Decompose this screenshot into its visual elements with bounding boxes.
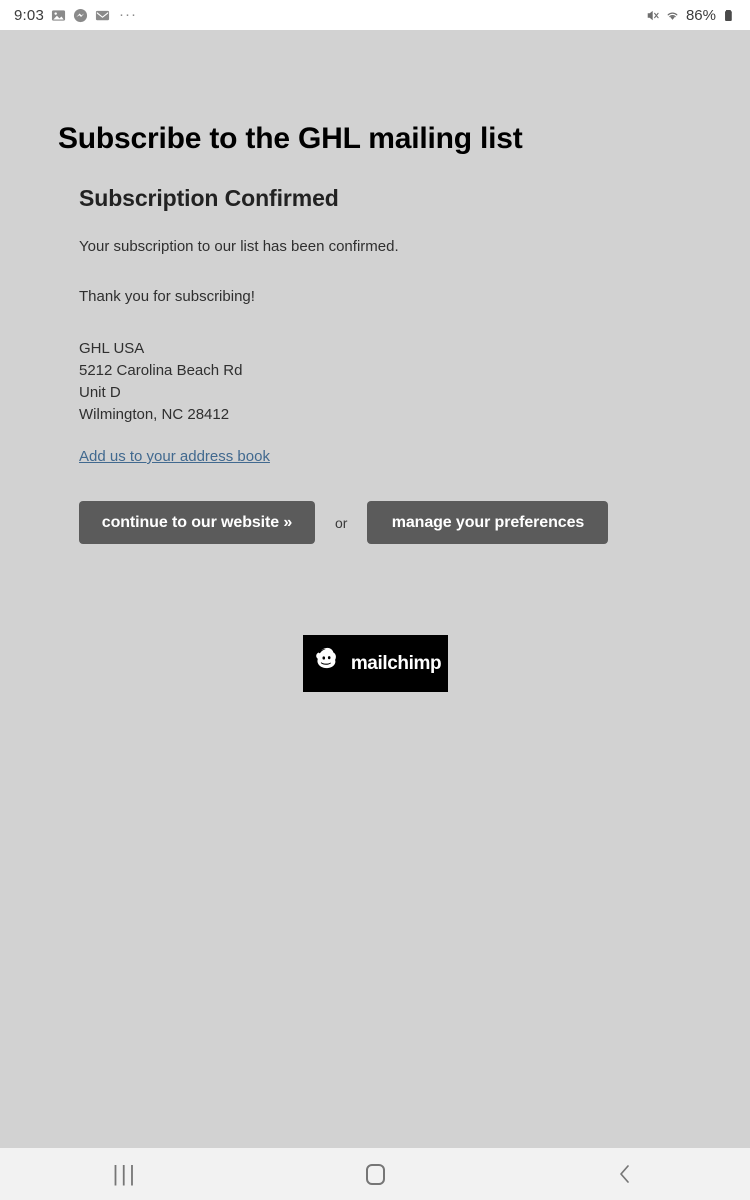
back-button[interactable]: [500, 1148, 750, 1200]
status-bar-left: 9:03 ···: [14, 7, 137, 24]
section-heading: Subscription Confirmed: [79, 185, 339, 211]
continue-to-website-button[interactable]: continue to our website »: [79, 501, 315, 544]
page-body: Subscribe to the GHL mailing list Subscr…: [0, 30, 750, 1148]
home-icon: [365, 1163, 385, 1185]
battery-icon: [721, 8, 736, 23]
mailchimp-wordmark: mailchimp: [350, 652, 442, 674]
content-container: Subscription Confirmed Your subscription…: [79, 185, 679, 544]
recents-icon: |||: [112, 1161, 138, 1186]
mute-icon: [645, 8, 660, 23]
status-bar-right: 86%: [645, 7, 736, 24]
status-bar: 9:03 ··· 86%: [0, 0, 750, 30]
button-separator-label: or: [335, 514, 348, 531]
mailchimp-freddie-icon: [310, 644, 344, 683]
address-line-street: 5212 Carolina Beach Rd: [79, 362, 243, 379]
thank-you-text: Thank you for subscribing!: [79, 288, 255, 305]
action-button-row: continue to our website » or manage your…: [79, 501, 679, 544]
confirmation-text: Your subscription to our list has been c…: [79, 238, 399, 255]
battery-percent: 86%: [685, 6, 716, 24]
android-nav-bar: |||: [0, 1148, 750, 1200]
messenger-icon: [73, 8, 88, 23]
status-overflow-icon: ···: [119, 6, 137, 23]
address-line-unit: Unit D: [79, 384, 121, 401]
recents-button[interactable]: |||: [0, 1148, 250, 1200]
company-address: GHL USA 5212 Carolina Beach Rd Unit D Wi…: [79, 338, 679, 426]
status-time: 9:03: [14, 6, 44, 24]
manage-preferences-button[interactable]: manage your preferences: [367, 501, 609, 544]
add-to-address-book-link[interactable]: Add us to your address book: [79, 448, 270, 465]
page-title: Subscribe to the GHL mailing list: [58, 122, 523, 156]
back-chevron-icon: [615, 1163, 635, 1185]
address-line-city: Wilmington, NC 28412: [79, 406, 230, 423]
photos-icon: [51, 8, 66, 23]
address-line-company: GHL USA: [79, 340, 145, 357]
wifi-icon: [665, 8, 680, 23]
mailchimp-badge[interactable]: mailchimp: [303, 635, 448, 692]
home-button[interactable]: [250, 1148, 500, 1200]
gmail-icon: [95, 8, 110, 23]
